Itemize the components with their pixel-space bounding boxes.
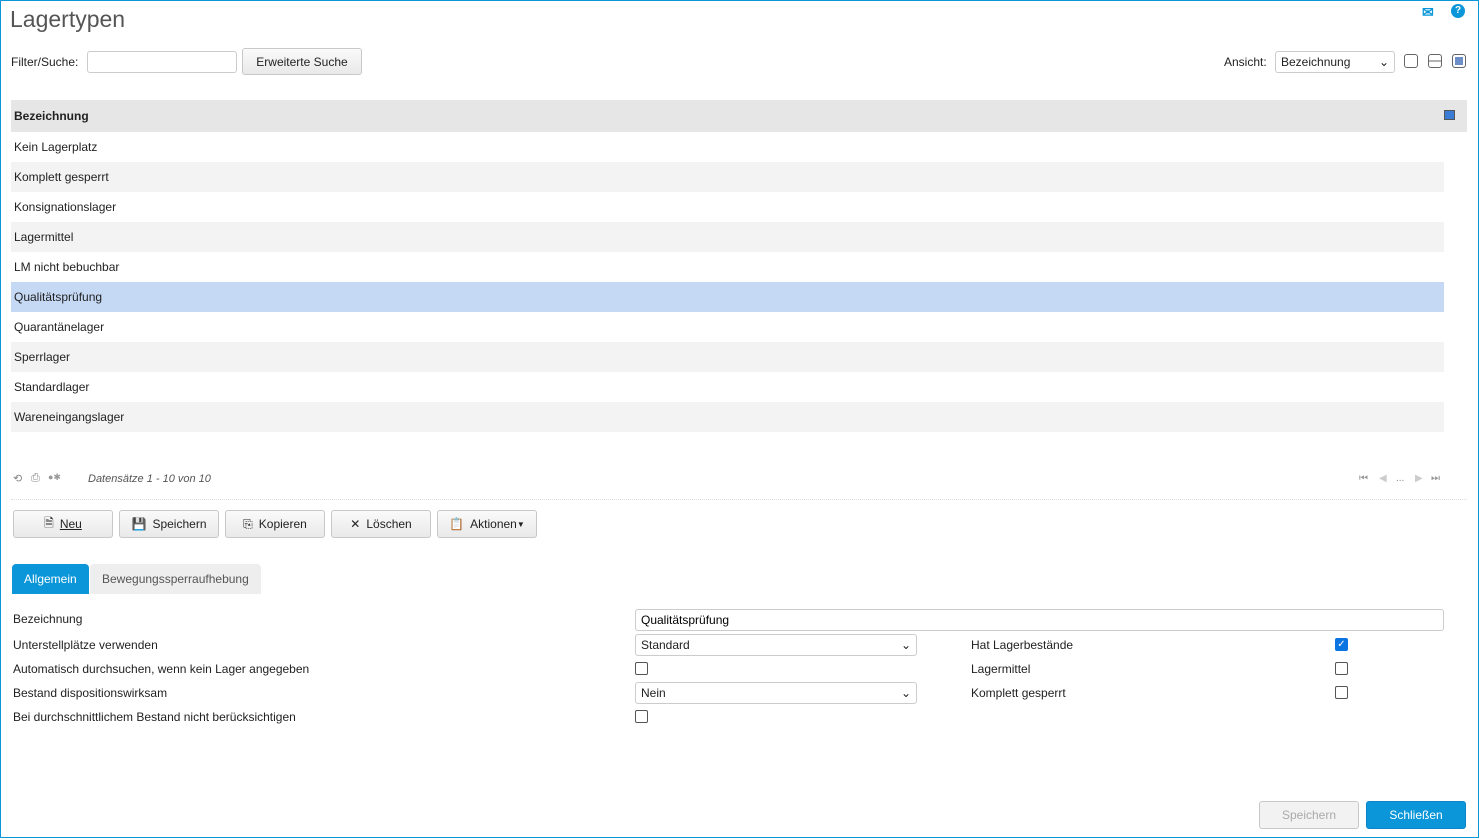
close-button[interactable]: Schließen (1366, 801, 1466, 829)
record-count: Datensätze 1 - 10 von 10 (88, 473, 211, 485)
first-page-icon[interactable]: ⏮ (1359, 473, 1368, 484)
unterstell-label: Unterstellplätze verwenden (13, 638, 158, 652)
column-header-bezeichnung[interactable]: Bezeichnung (11, 100, 1467, 132)
copy-icon: ⎘ (243, 516, 253, 531)
row-label: Qualitätsprüfung (14, 290, 103, 304)
new-button[interactable]: 🗎 Neu (13, 510, 113, 538)
data-grid: Bezeichnung Kein Lagerplatz Komplett ges… (11, 100, 1467, 432)
last-page-icon[interactable]: ⏭ (1431, 473, 1440, 484)
table-row[interactable]: Standardlager (11, 372, 1444, 402)
actions-button[interactable]: 📋 Aktionen ▼ (437, 510, 537, 538)
table-row[interactable]: Lagermittel (11, 222, 1444, 252)
row-label: Standardlager (14, 380, 90, 394)
filter-input[interactable] (87, 51, 237, 73)
table-row[interactable]: Konsignationslager (11, 192, 1444, 222)
footer-save-button[interactable]: Speichern (1259, 801, 1359, 829)
bezeichnung-input[interactable] (635, 609, 1444, 631)
row-label: Konsignationslager (14, 200, 117, 214)
unterstell-value: Standard (641, 638, 690, 652)
lm-label: Lagermittel (971, 662, 1031, 676)
tab-bewegungssperraufhebung[interactable]: Bewegungssperraufhebung (90, 564, 261, 594)
page-ellipsis: ... (1396, 473, 1405, 484)
layout-detail-icon[interactable] (1452, 54, 1466, 68)
table-row-selected[interactable]: Qualitätsprüfung (11, 282, 1444, 312)
clipboard-icon: 📋 (449, 517, 465, 531)
save-button[interactable]: 💾 Speichern (119, 510, 219, 538)
row-label: Lagermittel (14, 230, 74, 244)
view-label: Ansicht: (1224, 55, 1267, 69)
table-row[interactable]: Komplett gesperrt (11, 162, 1444, 192)
grid-footer: ⟲ ⎙ ●✱ Datensätze 1 - 10 von 10 ⏮ ◀ ... … (11, 472, 1467, 500)
row-label: Quarantänelager (14, 320, 105, 334)
table-row[interactable]: Wareneingangslager (11, 402, 1444, 432)
refresh-icon[interactable]: ⟲ (13, 472, 22, 485)
dispo-select[interactable]: Nein ⌄ (635, 682, 917, 704)
row-label: Sperrlager (14, 350, 71, 364)
actions-label: Aktionen (470, 517, 517, 531)
chevron-down-icon: ⌄ (1378, 55, 1389, 69)
filter-label: Filter/Suche: (11, 55, 79, 69)
copy-label: Kopieren (258, 517, 307, 531)
column-chooser-icon[interactable] (1444, 110, 1455, 120)
document-icon: 🗎 (44, 515, 54, 530)
table-row[interactable]: LM nicht bebuchbar (11, 252, 1444, 282)
gesperrt-checkbox[interactable] (1335, 686, 1348, 699)
table-row[interactable]: Sperrlager (11, 342, 1444, 372)
new-label: Neu (59, 517, 82, 531)
avg-checkbox[interactable] (635, 710, 648, 723)
layout-single-icon[interactable] (1404, 54, 1418, 68)
floppy-icon: 💾 (131, 517, 147, 531)
page-title: Lagertypen (10, 6, 126, 32)
view-select[interactable]: Bezeichnung ⌄ (1275, 51, 1395, 73)
copy-button[interactable]: ⎘ Kopieren (225, 510, 325, 538)
table-row[interactable]: Kein Lagerplatz (11, 132, 1444, 162)
view-select-value: Bezeichnung (1281, 55, 1351, 69)
row-label: LM nicht bebuchbar (14, 260, 120, 274)
chevron-down-icon: ⌄ (900, 686, 911, 700)
dispo-value: Nein (641, 686, 666, 700)
table-row[interactable]: Quarantänelager (11, 312, 1444, 342)
row-label: Komplett gesperrt (14, 170, 109, 184)
save-label: Speichern (152, 517, 207, 531)
chevron-down-icon: ⌄ (900, 638, 911, 652)
unterstell-select[interactable]: Standard ⌄ (635, 634, 917, 656)
hat-label: Hat Lagerbestände (971, 638, 1074, 652)
tab-allgemein[interactable]: Allgemein (12, 564, 89, 594)
layout-split-icon[interactable] (1428, 54, 1442, 68)
caret-down-icon: ▼ (516, 519, 525, 529)
avg-label: Bei durchschnittlichem Bestand nicht ber… (13, 710, 296, 724)
help-icon[interactable]: ? (1451, 4, 1465, 18)
row-label: Kein Lagerplatz (14, 140, 98, 154)
auto-label: Automatisch durchsuchen, wenn kein Lager… (13, 662, 310, 676)
row-label: Wareneingangslager (14, 410, 125, 424)
lm-checkbox[interactable] (1335, 662, 1348, 675)
auto-checkbox[interactable] (635, 662, 648, 675)
delete-label: Löschen (366, 517, 412, 531)
column-header-label: Bezeichnung (14, 109, 89, 123)
settings-icon[interactable]: ●✱ (48, 472, 61, 483)
dispo-label: Bestand dispositionswirksam (13, 686, 168, 700)
mail-icon[interactable]: ✉ (1422, 4, 1434, 21)
hat-checkbox[interactable]: ✓ (1335, 638, 1348, 651)
bezeichnung-label: Bezeichnung (13, 612, 83, 626)
prev-page-icon[interactable]: ◀ (1379, 473, 1387, 484)
x-icon: ✕ (350, 517, 361, 531)
next-page-icon[interactable]: ▶ (1415, 473, 1423, 484)
advanced-search-button[interactable]: Erweiterte Suche (242, 48, 362, 75)
print-icon[interactable]: ⎙ (31, 472, 40, 485)
delete-button[interactable]: ✕ Löschen (331, 510, 431, 538)
gesperrt-label: Komplett gesperrt (971, 686, 1066, 700)
